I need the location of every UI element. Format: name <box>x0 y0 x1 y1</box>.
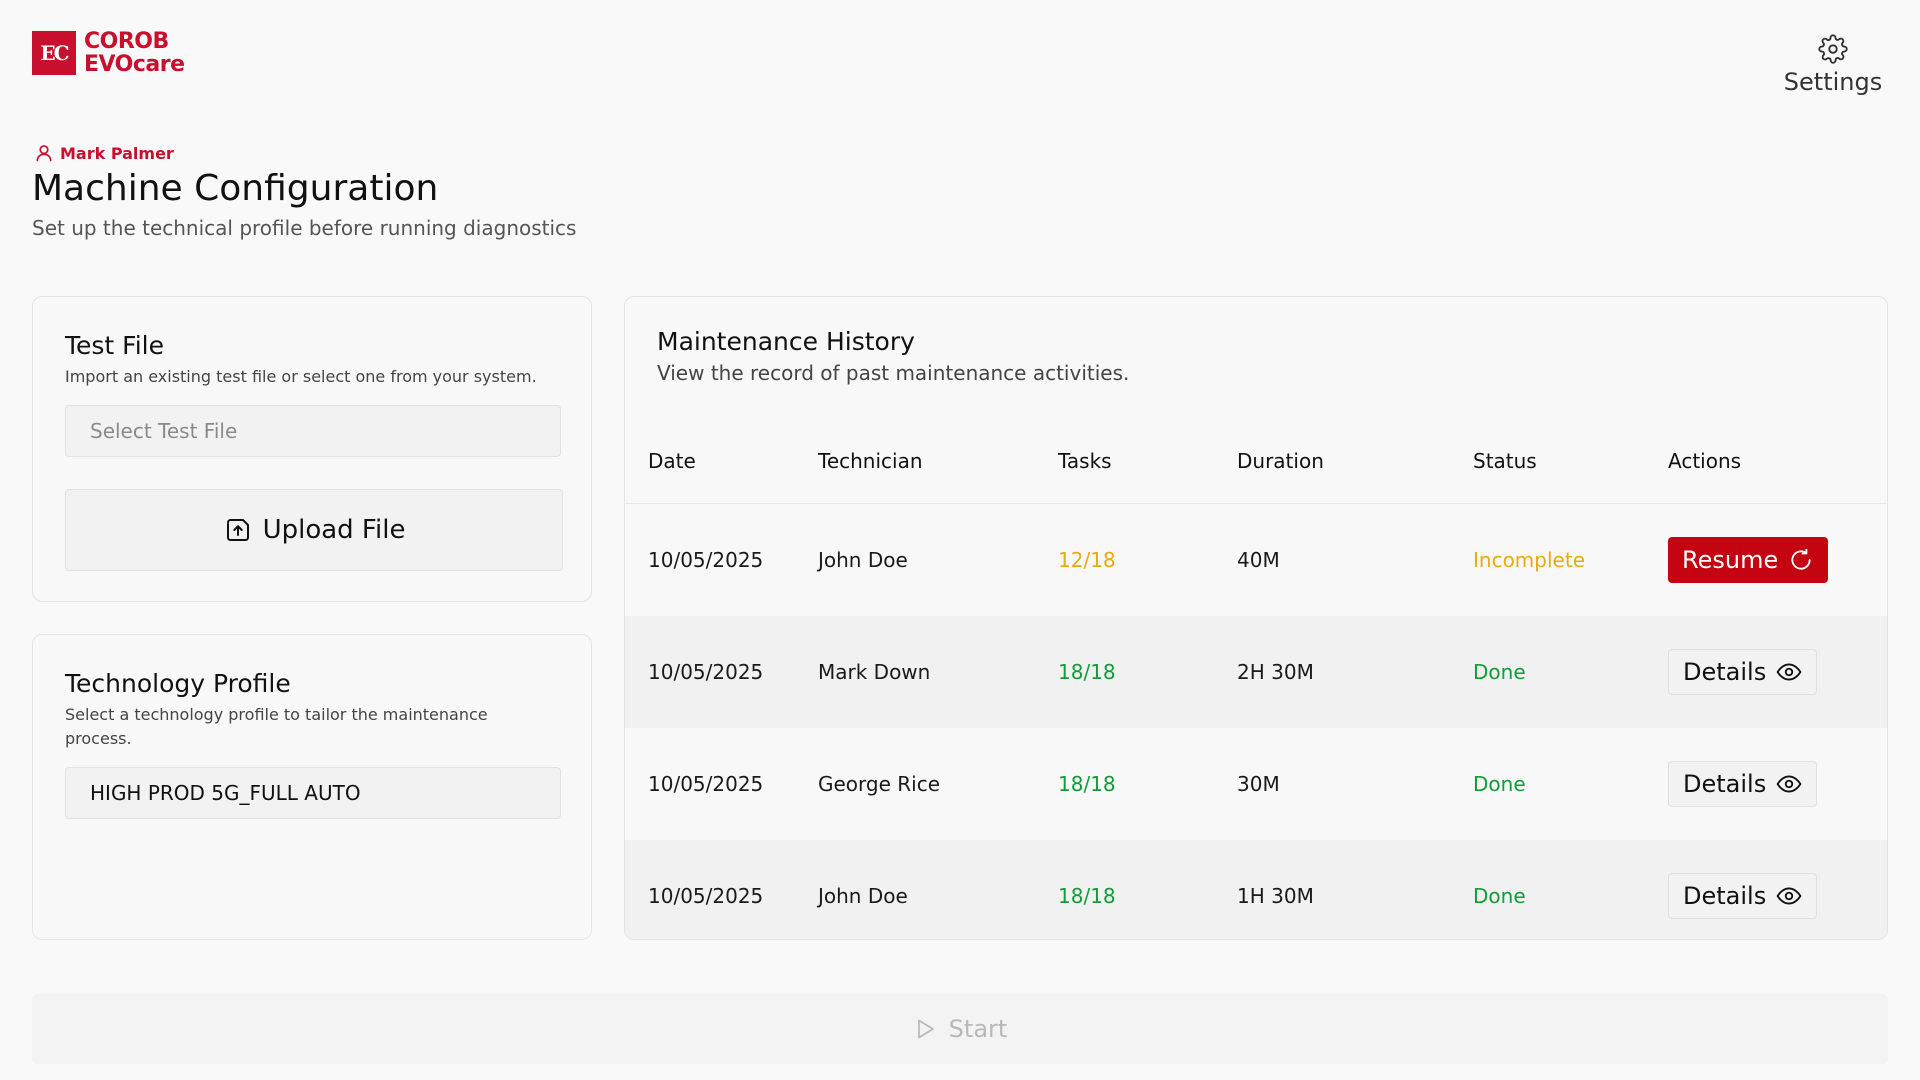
page-title: Machine Configuration <box>32 168 439 209</box>
status-badge: Done <box>1473 772 1526 796</box>
column-header-actions: Actions <box>1668 449 1742 473</box>
cell-date: 10/05/2025 <box>648 772 764 796</box>
cell-duration: 30M <box>1237 772 1280 796</box>
start-button[interactable]: Start <box>32 994 1888 1064</box>
table-header-row: Date Technician Tasks Duration Status Ac… <box>625 419 1887 504</box>
user-icon <box>36 145 52 162</box>
brand-name-line2: EVOcare <box>84 52 185 77</box>
play-icon <box>917 1019 934 1039</box>
cell-duration: 1H 30M <box>1237 884 1314 908</box>
cell-date: 10/05/2025 <box>648 884 764 908</box>
details-button-label: Details <box>1683 882 1767 910</box>
table-row: 10/05/2025 Mark Down 18/18 2H 30M Done D… <box>625 616 1887 728</box>
test-file-description: Import an existing test file or select o… <box>65 367 537 386</box>
details-button[interactable]: Details <box>1668 873 1818 919</box>
eye-icon <box>1776 663 1802 681</box>
column-header-date: Date <box>648 449 696 473</box>
gear-icon <box>1818 34 1848 64</box>
settings-label: Settings <box>1783 68 1883 96</box>
cell-date: 10/05/2025 <box>648 548 764 572</box>
settings-button[interactable]: Settings <box>1778 34 1888 96</box>
cell-date: 10/05/2025 <box>648 660 764 684</box>
maintenance-history-card: Maintenance History View the record of p… <box>624 296 1888 940</box>
cell-actions: Details <box>1668 761 1818 807</box>
cell-actions: Details <box>1668 649 1818 695</box>
user-name: Mark Palmer <box>60 143 174 163</box>
test-file-select[interactable] <box>65 405 561 457</box>
technology-profile-select[interactable]: HIGH PROD 5G_FULL AUTO <box>65 767 561 819</box>
technology-profile-card: Technology Profile Select a technology p… <box>32 634 592 940</box>
upload-file-label: Upload File <box>262 515 406 545</box>
maintenance-history-table: Date Technician Tasks Duration Status Ac… <box>625 419 1887 939</box>
details-button-label: Details <box>1683 658 1767 686</box>
resume-button[interactable]: Resume <box>1668 537 1829 583</box>
technology-profile-description: Select a technology profile to tailor th… <box>65 705 488 748</box>
upload-file-button[interactable]: Upload File <box>65 489 563 571</box>
start-button-label: Start <box>948 1015 1008 1043</box>
brand-logo: EC COROB EVOcare <box>32 30 185 76</box>
column-header-technician: Technician <box>818 449 923 473</box>
status-badge: Incomplete <box>1473 548 1585 572</box>
resume-button-label: Resume <box>1682 546 1779 574</box>
technology-profile-value: HIGH PROD 5G_FULL AUTO <box>90 781 361 805</box>
cell-technician: John Doe <box>818 548 908 572</box>
cell-duration: 40M <box>1237 548 1280 572</box>
table-row: 10/05/2025 John Doe 12/18 40M Incomplete… <box>625 504 1887 616</box>
details-button-label: Details <box>1683 770 1767 798</box>
test-file-card: Test File Import an existing test file o… <box>32 296 592 602</box>
technology-profile-title: Technology Profile <box>65 669 291 698</box>
details-button[interactable]: Details <box>1668 649 1818 695</box>
test-file-title: Test File <box>65 331 165 360</box>
column-header-status: Status <box>1473 449 1537 473</box>
cell-tasks: 18/18 <box>1058 660 1116 684</box>
cell-tasks: 18/18 <box>1058 884 1116 908</box>
maintenance-history-title: Maintenance History <box>657 327 915 356</box>
eye-icon <box>1776 887 1802 905</box>
cell-duration: 2H 30M <box>1237 660 1314 684</box>
status-badge: Done <box>1473 660 1526 684</box>
upload-icon <box>226 519 249 541</box>
refresh-icon <box>1791 548 1811 570</box>
brand-logo-mark: EC <box>32 31 76 75</box>
column-header-duration: Duration <box>1237 449 1324 473</box>
column-header-tasks: Tasks <box>1058 449 1112 473</box>
cell-actions: Details <box>1668 873 1818 919</box>
cell-technician: Mark Down <box>818 660 931 684</box>
current-user: Mark Palmer <box>34 143 174 163</box>
table-row: 10/05/2025 John Doe 18/18 1H 30M Done De… <box>625 840 1887 939</box>
table-row: 10/05/2025 George Rice 18/18 30M Done De… <box>625 728 1887 840</box>
cell-tasks: 18/18 <box>1058 772 1116 796</box>
details-button[interactable]: Details <box>1668 761 1818 807</box>
cell-technician: George Rice <box>818 772 941 796</box>
eye-icon <box>1776 775 1802 793</box>
page-subtitle: Set up the technical profile before runn… <box>32 216 577 240</box>
status-badge: Done <box>1473 884 1526 908</box>
cell-tasks: 12/18 <box>1058 548 1116 572</box>
cell-technician: John Doe <box>818 884 908 908</box>
cell-actions: Resume <box>1668 537 1829 583</box>
brand-logo-text: COROB EVOcare <box>84 30 185 76</box>
maintenance-history-description: View the record of past maintenance acti… <box>657 361 1130 385</box>
brand-name-line1: COROB <box>84 29 169 54</box>
